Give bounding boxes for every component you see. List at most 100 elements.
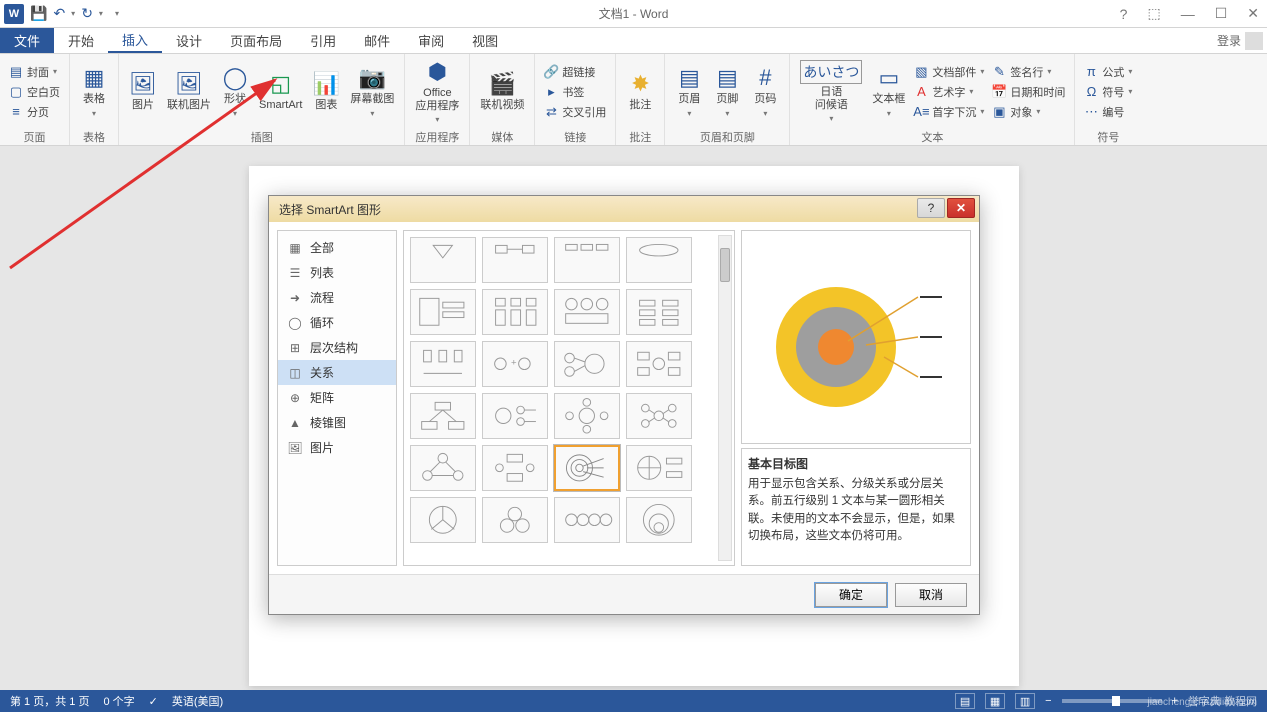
cat-hierarchy[interactable]: ⊞层次结构 <box>278 335 396 360</box>
dialog-close-button[interactable]: ✕ <box>947 198 975 218</box>
pagenum-button[interactable]: #页码▾ <box>747 63 783 119</box>
object-button[interactable]: ▣对象▾ <box>989 103 1068 121</box>
crossref-button[interactable]: ⇄交叉引用 <box>541 103 609 121</box>
cat-matrix[interactable]: ⊕矩阵 <box>278 385 396 410</box>
status-page[interactable]: 第 1 页，共 1 页 <box>10 693 89 709</box>
footer-button[interactable]: ▤页脚▾ <box>709 63 745 119</box>
smartart-thumb[interactable] <box>554 393 620 439</box>
view-print-icon[interactable]: ▦ <box>985 693 1005 709</box>
view-web-icon[interactable]: ▥ <box>1015 693 1035 709</box>
view-read-icon[interactable]: ▤ <box>955 693 975 709</box>
header-button[interactable]: ▤页眉▾ <box>671 63 707 119</box>
screenshot-button[interactable]: 📷屏幕截图▾ <box>346 63 398 119</box>
smartart-thumb[interactable] <box>482 289 548 335</box>
titlebar: W 💾 ↶ ▾ ↻ ▾ ▾ 文档1 - Word ? ⬚ — ☐ ✕ <box>0 0 1267 28</box>
online-video-button[interactable]: 🎬联机视频 <box>476 69 528 114</box>
cancel-button[interactable]: 取消 <box>895 583 967 607</box>
group-label: 页眉和页脚 <box>665 129 789 145</box>
signature-button[interactable]: ✎签名行▾ <box>989 63 1068 81</box>
smartart-thumb[interactable] <box>626 289 692 335</box>
statusbar: 第 1 页，共 1 页 0 个字 ✓ 英语(美国) ▤ ▦ ▥ − + 誉字典 … <box>0 690 1267 712</box>
preview-image <box>741 230 971 444</box>
help-button[interactable]: ? <box>1116 6 1132 22</box>
tab-file[interactable]: 文件 <box>0 28 54 53</box>
symbol-button[interactable]: Ω符号▾ <box>1081 83 1135 101</box>
qat-undo-dropdown[interactable]: ▾ <box>71 9 75 18</box>
qat-redo-dropdown[interactable]: ▾ <box>99 9 103 18</box>
smartart-thumb[interactable] <box>554 289 620 335</box>
tab-view[interactable]: 视图 <box>458 28 512 53</box>
tab-insert[interactable]: 插入 <box>108 28 162 53</box>
smartart-thumb[interactable] <box>554 237 620 283</box>
cat-process[interactable]: ➜流程 <box>278 285 396 310</box>
qat-redo[interactable]: ↻ <box>81 5 93 22</box>
comment-button[interactable]: ✸批注 <box>622 69 658 114</box>
grid-scrollbar[interactable] <box>718 235 732 561</box>
spellcheck-icon[interactable]: ✓ <box>149 695 158 708</box>
smartart-thumb[interactable]: + <box>482 341 548 387</box>
tab-mailings[interactable]: 邮件 <box>350 28 404 53</box>
smartart-thumb[interactable] <box>482 393 548 439</box>
cat-picture[interactable]: 🖼图片 <box>278 435 396 460</box>
dialog-title: 选择 SmartArt 图形 ? ✕ <box>269 196 979 222</box>
smartart-thumb[interactable] <box>626 445 692 491</box>
smartart-thumb[interactable] <box>410 393 476 439</box>
smartart-thumb[interactable] <box>482 497 548 543</box>
smartart-thumb[interactable] <box>554 341 620 387</box>
avatar-icon <box>1245 32 1263 50</box>
cat-all[interactable]: ▦全部 <box>278 235 396 260</box>
number-button[interactable]: ⋯编号 <box>1081 103 1135 121</box>
greeting-button[interactable]: あいさつ日语 问候语▾ <box>796 58 866 125</box>
tab-review[interactable]: 审阅 <box>404 28 458 53</box>
smartart-thumb[interactable] <box>626 497 692 543</box>
qat-customize[interactable]: ▾ <box>115 9 119 18</box>
tab-layout[interactable]: 页面布局 <box>216 28 296 53</box>
bookmark-button[interactable]: ▸书签 <box>541 83 609 101</box>
login-link[interactable]: 登录 <box>1217 32 1263 50</box>
dialog-help-button[interactable]: ? <box>917 198 945 218</box>
close-button[interactable]: ✕ <box>1243 5 1263 22</box>
ok-button[interactable]: 确定 <box>815 583 887 607</box>
smartart-thumb[interactable] <box>626 393 692 439</box>
smartart-thumb[interactable] <box>626 237 692 283</box>
tab-references[interactable]: 引用 <box>296 28 350 53</box>
status-language[interactable]: 英语(美国) <box>172 693 223 709</box>
smartart-thumb[interactable] <box>410 341 476 387</box>
maximize-button[interactable]: ☐ <box>1211 5 1232 22</box>
office-apps-button[interactable]: ⬢Office 应用程序▾ <box>411 57 463 126</box>
dropcap-button[interactable]: A≡首字下沉▾ <box>911 103 987 121</box>
chart-button[interactable]: 📊图表 <box>308 69 344 114</box>
hyperlink-button[interactable]: 🔗超链接 <box>541 63 609 81</box>
category-list: ▦全部 ☰列表 ➜流程 ◯循环 ⊞层次结构 ◫关系 ⊕矩阵 ▲棱锥图 🖼图片 <box>277 230 397 566</box>
smartart-thumb[interactable] <box>410 237 476 283</box>
tab-home[interactable]: 开始 <box>54 28 108 53</box>
cat-pyramid[interactable]: ▲棱锥图 <box>278 410 396 435</box>
cat-relationship[interactable]: ◫关系 <box>278 360 396 385</box>
doc-parts-button[interactable]: ▧文档部件▾ <box>911 63 987 81</box>
minimize-button[interactable]: — <box>1177 6 1199 22</box>
smartart-thumb[interactable] <box>482 445 548 491</box>
wordart-button[interactable]: A艺术字▾ <box>911 83 987 101</box>
textbox-button[interactable]: ▭文本框▾ <box>868 63 909 119</box>
smartart-thumb[interactable] <box>554 497 620 543</box>
smartart-thumb[interactable] <box>410 497 476 543</box>
smartart-thumb[interactable] <box>410 289 476 335</box>
qat-save[interactable]: 💾 <box>30 5 47 22</box>
status-words[interactable]: 0 个字 <box>103 693 134 709</box>
cat-cycle[interactable]: ◯循环 <box>278 310 396 335</box>
equation-button[interactable]: π公式▾ <box>1081 63 1135 81</box>
ribbon-tabs: 文件 开始 插入 设计 页面布局 引用 邮件 审阅 视图 登录 <box>0 28 1267 54</box>
annotation-arrow <box>0 58 310 281</box>
datetime-button[interactable]: 📅日期和时间 <box>989 83 1068 101</box>
smartart-thumb[interactable] <box>410 445 476 491</box>
group-label: 链接 <box>535 129 615 145</box>
qat-undo[interactable]: ↶ <box>53 5 65 22</box>
cat-list[interactable]: ☰列表 <box>278 260 396 285</box>
smartart-thumb-selected[interactable] <box>554 445 620 491</box>
smartart-thumb[interactable] <box>626 341 692 387</box>
group-label: 符号 <box>1075 129 1141 145</box>
tab-design[interactable]: 设计 <box>162 28 216 53</box>
zoom-out[interactable]: − <box>1045 695 1051 707</box>
ribbon-options-button[interactable]: ⬚ <box>1143 5 1164 22</box>
smartart-thumb[interactable] <box>482 237 548 283</box>
